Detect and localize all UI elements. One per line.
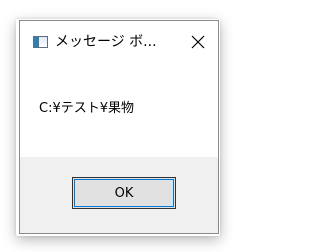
title-bar[interactable]: メッセージ ボ... bbox=[20, 21, 218, 61]
window-title: メッセージ ボ... bbox=[55, 34, 157, 50]
ok-button[interactable]: OK bbox=[72, 177, 176, 209]
message-text: C:¥テスト¥果物 bbox=[39, 101, 134, 116]
close-icon bbox=[191, 35, 205, 49]
window-icon bbox=[33, 36, 48, 48]
button-area: OK bbox=[20, 157, 218, 233]
message-box-dialog: メッセージ ボ... C:¥テスト¥果物 OK bbox=[19, 20, 219, 234]
close-button[interactable] bbox=[188, 32, 208, 52]
